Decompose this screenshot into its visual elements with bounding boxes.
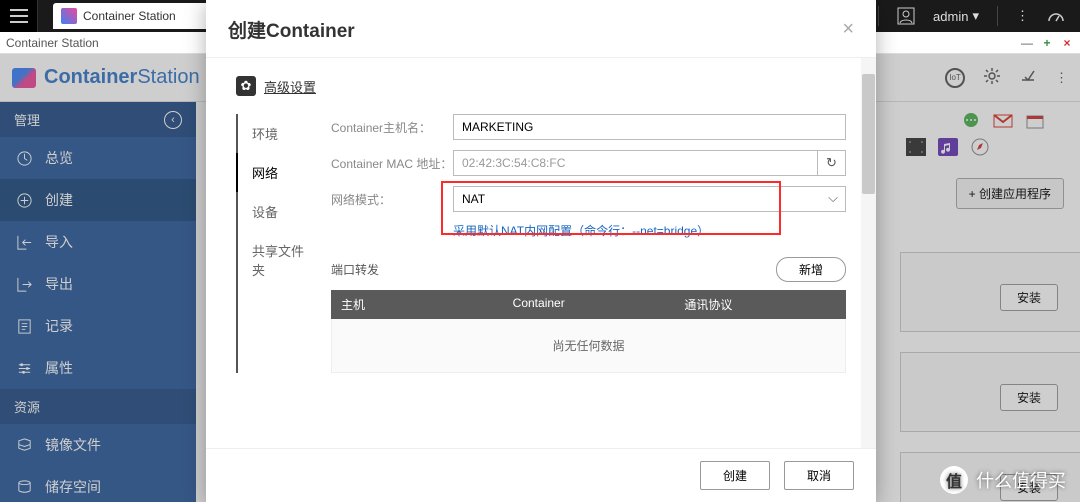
- portfwd-label: 端口转发: [331, 261, 379, 278]
- dashboard-icon[interactable]: [1047, 7, 1065, 25]
- sidebar-item-storage[interactable]: 储存空间: [0, 466, 196, 502]
- refresh-icon[interactable]: ↻: [818, 150, 846, 176]
- install-button[interactable]: 安装: [1000, 384, 1058, 411]
- sidebar-item-overview[interactable]: 总览: [0, 137, 196, 179]
- modal-title: 创建Container: [228, 16, 355, 43]
- settings-tabs: 环境 网络 设备 共享文件夹: [236, 114, 326, 373]
- sidebar-item-images[interactable]: 镜像文件: [0, 424, 196, 466]
- scrollbar-thumb[interactable]: [862, 74, 875, 194]
- sidebar-item-label: 总览: [45, 148, 73, 168]
- sidebar-group-resources: 资源: [0, 389, 196, 424]
- create-app-button[interactable]: + 创建应用程序: [956, 178, 1064, 209]
- chat-icon: [961, 112, 981, 130]
- minimize-icon[interactable]: —: [1020, 36, 1034, 50]
- table-header: 主机 Container 通讯协议: [331, 290, 846, 319]
- sidebar-item-export[interactable]: 导出: [0, 263, 196, 305]
- col-container: Container: [503, 290, 675, 319]
- advanced-settings-header[interactable]: ✿ 高级设置: [236, 76, 846, 96]
- hostname-input[interactable]: [453, 114, 846, 140]
- collapse-icon[interactable]: ‹: [164, 111, 182, 129]
- tab-label: Container Station: [83, 9, 176, 23]
- tab-environment[interactable]: 环境: [236, 114, 326, 153]
- sidebar-item-label: 镜像文件: [45, 435, 101, 455]
- create-button[interactable]: 创建: [700, 461, 770, 490]
- maximize-icon[interactable]: +: [1040, 36, 1054, 50]
- cancel-button[interactable]: 取消: [784, 461, 854, 490]
- sidebar-group-manage: 管理 ‹: [0, 102, 196, 137]
- more-icon[interactable]: ⋮: [1055, 70, 1068, 86]
- app-logo: ContainerStation: [12, 66, 200, 89]
- sidebar-item-label: 创建: [45, 190, 73, 210]
- col-protocol: 通讯协议: [674, 290, 846, 319]
- mac-label: Container MAC 地址：: [331, 155, 453, 172]
- sidebar-item-create[interactable]: 创建: [0, 179, 196, 221]
- video-icon: [906, 138, 926, 156]
- window-title: Container Station: [6, 36, 99, 50]
- sidebar: 管理 ‹ 总览 创建 导入 导出 记录 属性 资源 镜像文: [0, 102, 196, 502]
- sidebar-item-preferences[interactable]: 属性: [0, 347, 196, 389]
- compass-icon: [970, 138, 990, 156]
- sidebar-item-log[interactable]: 记录: [0, 305, 196, 347]
- net-note-link[interactable]: 采用默认NAT内网配置（命令行：--net=bridge）: [453, 222, 846, 239]
- divider: [878, 6, 879, 26]
- install-button[interactable]: 安装: [1000, 284, 1058, 311]
- col-host: 主机: [331, 290, 503, 319]
- menu-icon[interactable]: [0, 0, 38, 32]
- add-button[interactable]: 新增: [776, 257, 846, 282]
- chevron-down-icon: ▾: [972, 8, 979, 24]
- watermark-icon: 值: [940, 466, 968, 494]
- gear-icon[interactable]: [983, 67, 1001, 88]
- netmode-select[interactable]: NAT: [453, 186, 846, 212]
- calendar-icon: [1025, 112, 1045, 130]
- hostname-label: Container主机名：: [331, 119, 453, 136]
- sidebar-item-import[interactable]: 导入: [0, 221, 196, 263]
- scrollbar-track[interactable]: [861, 58, 876, 448]
- tab-device[interactable]: 设备: [236, 192, 326, 231]
- sidebar-item-label: 属性: [45, 358, 73, 378]
- gear-icon: ✿: [236, 76, 256, 96]
- music-icon: [938, 138, 958, 156]
- logo-icon: [12, 68, 36, 88]
- modal-header: 创建Container ×: [206, 0, 876, 58]
- more-icon[interactable]: ⋮: [1016, 8, 1029, 24]
- close-icon[interactable]: ×: [1060, 36, 1074, 50]
- sidebar-item-label: 记录: [45, 316, 73, 336]
- tab-shared-folder[interactable]: 共享文件夹: [236, 231, 326, 289]
- sidebar-item-label: 储存空间: [45, 477, 101, 497]
- close-icon[interactable]: ×: [842, 18, 854, 41]
- sidebar-item-label: 导入: [45, 232, 73, 252]
- user-icon[interactable]: [897, 7, 915, 25]
- create-container-modal: 创建Container × ✿ 高级设置 环境 网络 设备 共享文件夹 Cont…: [206, 0, 876, 502]
- mac-input[interactable]: [453, 150, 818, 176]
- tab-network[interactable]: 网络: [236, 153, 326, 192]
- update-icon[interactable]: [1019, 67, 1037, 88]
- watermark: 值 什么值得买: [940, 466, 1066, 494]
- sidebar-item-label: 导出: [45, 274, 73, 294]
- window-tab[interactable]: Container Station ×: [53, 3, 228, 29]
- app-icon: [61, 8, 77, 24]
- iot-icon[interactable]: IoT: [945, 68, 965, 88]
- netmode-label: 网络模式：: [331, 191, 453, 208]
- table-empty: 尚无任何数据: [331, 319, 846, 373]
- divider: [997, 6, 998, 26]
- admin-dropdown[interactable]: admin▾: [933, 8, 979, 24]
- gmail-icon: [993, 112, 1013, 130]
- modal-footer: 创建 取消: [206, 448, 876, 502]
